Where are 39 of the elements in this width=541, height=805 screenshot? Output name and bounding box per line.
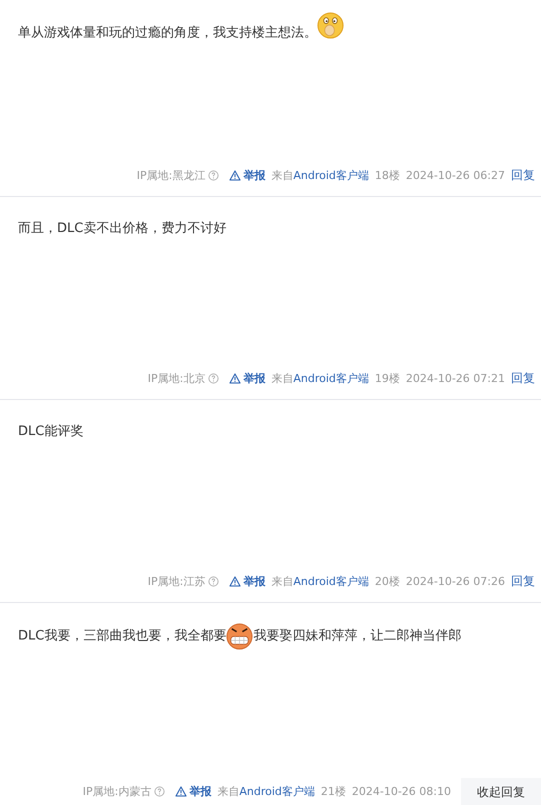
source-label: 来自Android客户端 (271, 168, 369, 183)
source-label: 来自Android客户端 (217, 784, 315, 799)
source-label: 来自Android客户端 (271, 574, 369, 589)
help-icon[interactable] (208, 170, 220, 181)
post-text: 我要娶四妹和萍萍，让二郎神当伴郎 (253, 628, 462, 644)
help-icon[interactable] (154, 786, 166, 797)
post-time: 2024-10-26 07:26 (406, 575, 505, 588)
report-link[interactable]: 举报 (229, 574, 266, 589)
ip-location: IP属地:黑龙江 (136, 168, 206, 183)
source-label: 来自Android客户端 (271, 371, 369, 386)
post-text: 单从游戏体量和玩的过瘾的角度，我支持楼主想法。 (18, 26, 317, 40)
help-icon[interactable] (208, 576, 220, 587)
post-text: DLC我要，三部曲我也要，我全都要 (18, 628, 226, 644)
post-time: 2024-10-26 06:27 (406, 169, 505, 182)
warning-icon (229, 170, 242, 181)
reply-button[interactable]: 回复 (511, 370, 535, 387)
report-link[interactable]: 举报 (229, 371, 266, 386)
floor-number: 19楼 (374, 371, 400, 386)
ip-location: IP属地:内蒙古 (82, 784, 152, 799)
reply-button[interactable]: 回复 (511, 573, 535, 590)
post-text: DLC能评奖 (18, 424, 84, 439)
post-time: 2024-10-26 07:21 (406, 372, 505, 385)
ip-location: IP属地:江苏 (148, 574, 206, 589)
emoji-icon (317, 12, 344, 39)
help-icon[interactable] (208, 373, 220, 384)
report-link[interactable]: 举报 (175, 784, 212, 799)
floor-number: 18楼 (374, 168, 400, 183)
warning-icon (229, 373, 242, 384)
report-link[interactable]: 举报 (229, 168, 266, 183)
emoji-icon (226, 623, 254, 650)
post-time: 2024-10-26 08:10 (352, 785, 451, 798)
reply-button[interactable]: 回复 (511, 167, 535, 184)
ip-location: IP属地:北京 (148, 371, 206, 386)
floor-number: 20楼 (374, 574, 400, 589)
floor-number: 21楼 (320, 784, 346, 799)
warning-icon (175, 786, 188, 797)
warning-icon (229, 576, 242, 587)
post-text: 而且，DLC卖不出价格，费力不讨好 (18, 221, 226, 236)
reply-button[interactable]: 收起回复 (461, 778, 541, 805)
